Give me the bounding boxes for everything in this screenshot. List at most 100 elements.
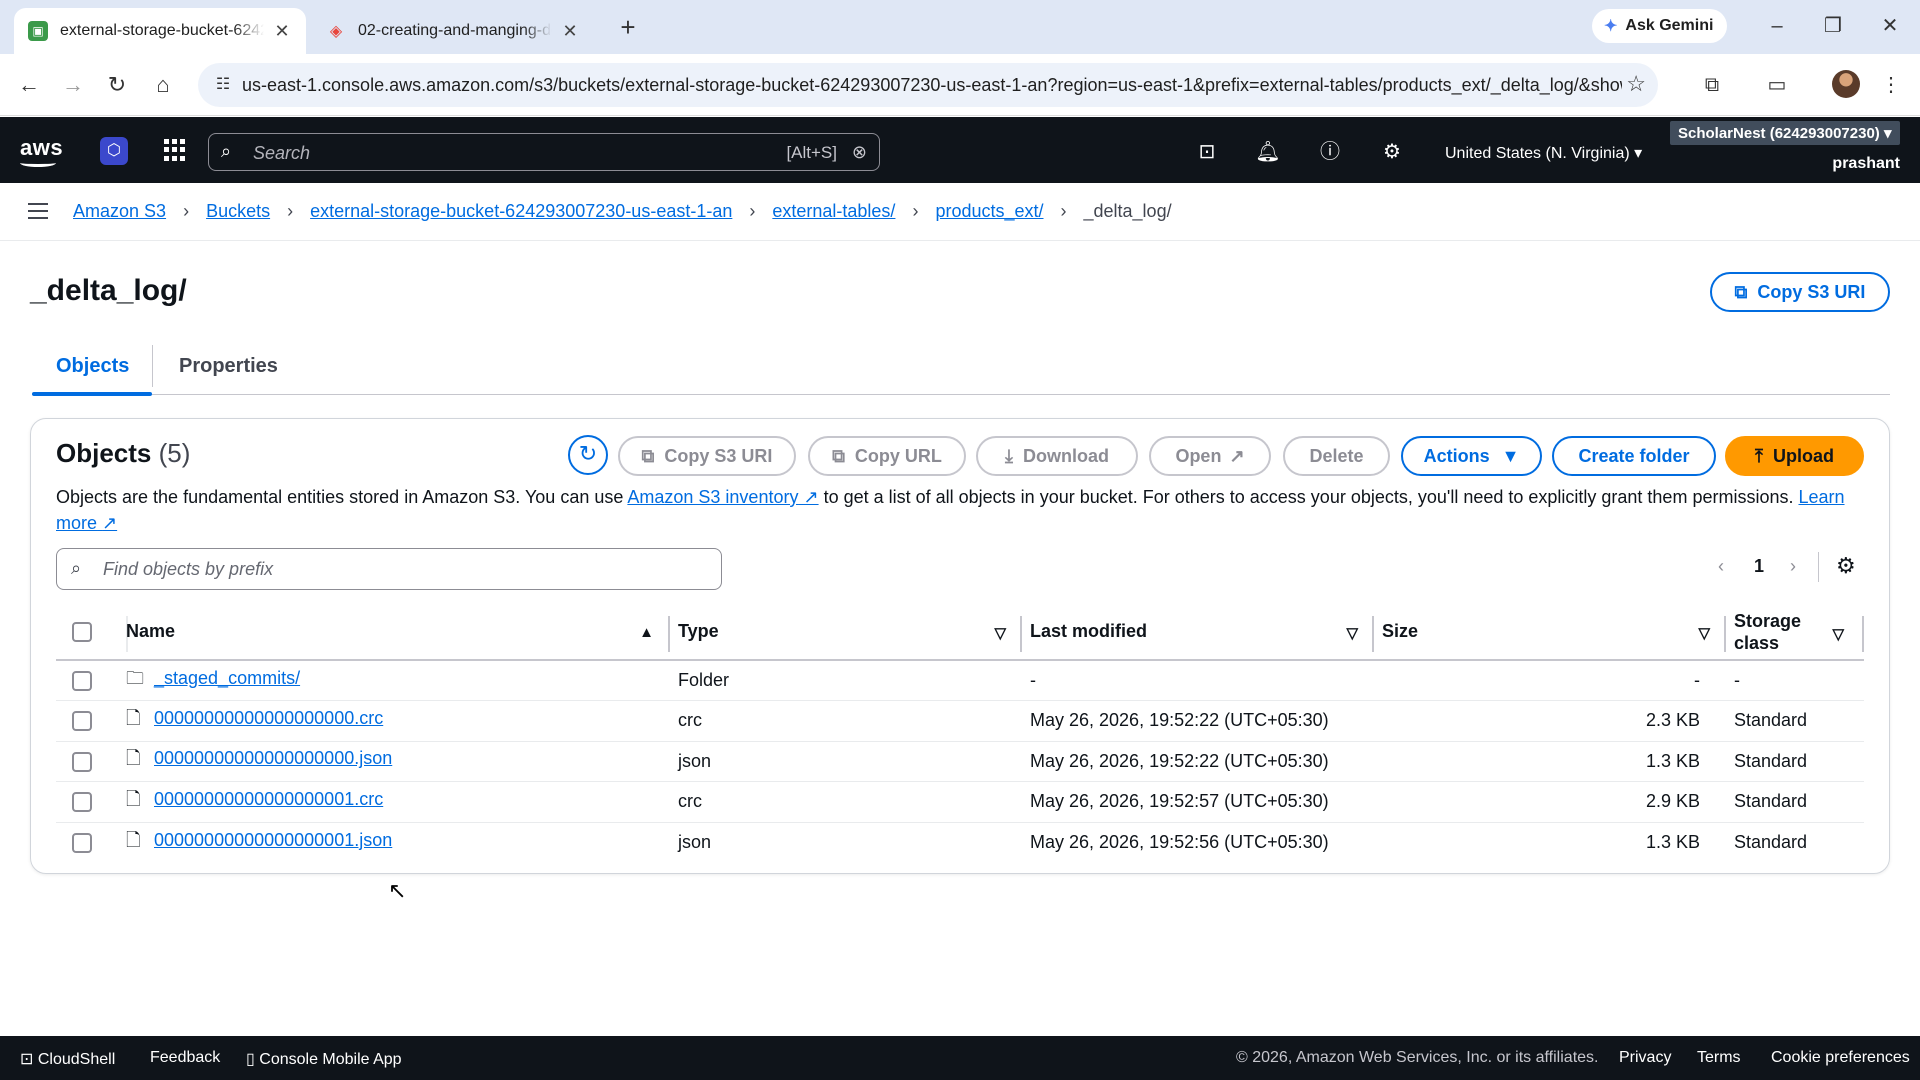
close-tab-icon[interactable]: ✕ [560, 21, 580, 42]
column-label: Size [1382, 621, 1419, 641]
delete-button[interactable]: Delete [1283, 436, 1390, 476]
copy-url-button[interactable]: ⧉ Copy URL [808, 436, 966, 476]
column-divider[interactable] [1020, 616, 1022, 652]
page-number[interactable]: 1 [1754, 556, 1764, 577]
ask-gemini-button[interactable]: ✦ Ask Gemini [1592, 9, 1728, 43]
hamburger-menu-icon[interactable] [28, 203, 48, 219]
privacy-link[interactable]: Privacy [1619, 1049, 1671, 1067]
object-name-link[interactable]: 00000000000000000001.crc [154, 789, 383, 809]
column-header-type[interactable]: Type ▽ [678, 604, 1030, 661]
new-tab-icon[interactable]: + [612, 12, 644, 44]
table-row[interactable]: 🗋︎ 00000000000000000001.json json May 26,… [56, 822, 1864, 863]
breadcrumb-amazon-s3[interactable]: Amazon S3 [73, 201, 166, 222]
copy-s3-uri-button[interactable]: ⧉ Copy S3 URI [618, 436, 796, 476]
table-row[interactable]: 🗋︎ 00000000000000000001.crc crc May 26, 2… [56, 781, 1864, 823]
object-name-link[interactable]: 00000000000000000000.json [154, 748, 392, 768]
open-button[interactable]: Open ↗ [1149, 436, 1271, 476]
object-size: 1.3 KB [1382, 741, 1734, 782]
aws-search-input[interactable]: ⌕ Search [Alt+S] ⊗ [208, 133, 880, 171]
create-folder-button[interactable]: Create folder [1552, 436, 1716, 476]
row-checkbox[interactable] [72, 751, 92, 772]
next-page-icon[interactable]: › [1790, 556, 1796, 577]
url-bar[interactable]: ☷ us-east-1.console.aws.amazon.com/s3/bu… [198, 63, 1658, 107]
forward-icon[interactable]: → [56, 68, 90, 102]
close-tab-icon[interactable]: ✕ [272, 21, 292, 42]
breadcrumb-current: _delta_log/ [1083, 201, 1172, 221]
gemini-star-icon: ✦ [1604, 18, 1618, 35]
back-icon[interactable]: ← [12, 68, 46, 102]
profile-avatar[interactable] [1832, 70, 1860, 98]
browser-tab-s3[interactable]: ▣ external-storage-bucket-624293007230-u… [14, 8, 306, 54]
select-all-checkbox[interactable] [72, 622, 92, 643]
column-header-last-modified[interactable]: Last modified ▽ [1030, 604, 1382, 661]
column-header-size[interactable]: Size ▽ [1382, 604, 1734, 661]
external-link-icon: ↗ [102, 513, 118, 533]
object-name-link[interactable]: 00000000000000000000.crc [154, 708, 383, 728]
minimize-icon[interactable]: – [1757, 10, 1797, 42]
services-grid-icon[interactable] [164, 139, 186, 161]
media-icon[interactable]: ▭ [1762, 70, 1792, 100]
column-divider[interactable] [1862, 616, 1864, 652]
restore-icon[interactable]: ❐ [1813, 10, 1853, 42]
help-icon[interactable]: ⓘ [1317, 139, 1343, 165]
table-row[interactable]: 🗀︎ _staged_commits/ Folder - - - [56, 660, 1864, 701]
find-objects-input[interactable]: ⌕ Find objects by prefix [56, 548, 722, 590]
copy-icon: ⧉ [832, 445, 845, 466]
bookmark-star-icon[interactable]: ☆ [1626, 71, 1646, 97]
account-menu[interactable]: ScholarNest (624293007230) ▾ [1670, 121, 1900, 145]
column-divider[interactable] [668, 616, 670, 652]
user-name[interactable]: prashant [1832, 155, 1900, 173]
column-header-name[interactable]: Name ▲ [126, 604, 678, 661]
object-name-link[interactable]: 00000000000000000001.json [154, 830, 392, 850]
cloudshell-link[interactable]: ⊡ CloudShell [20, 1049, 115, 1069]
site-info-icon[interactable]: ☷ [212, 74, 234, 96]
reload-icon[interactable]: ↻ [100, 68, 134, 102]
table-row[interactable]: 🗋︎ 00000000000000000000.crc crc May 26, 2… [56, 700, 1864, 742]
feedback-link[interactable]: Feedback [150, 1049, 220, 1067]
file-icon: 🗋︎ [126, 748, 141, 769]
upload-button[interactable]: ⤒ Upload [1725, 436, 1864, 476]
table-preferences-gear-icon[interactable]: ⚙ [1836, 553, 1856, 579]
notifications-bell-icon[interactable]: 🔔︎ [1255, 139, 1281, 165]
folder-icon: 🗀︎ [126, 667, 144, 688]
row-checkbox[interactable] [72, 711, 92, 732]
extensions-icon[interactable]: ⧉ [1697, 70, 1727, 100]
aws-logo[interactable]: aws [20, 135, 63, 167]
copy-url-label: Copy URL [854, 445, 942, 466]
breadcrumb-products-ext[interactable]: products_ext/ [935, 201, 1043, 222]
settings-gear-icon[interactable]: ⚙ [1379, 139, 1405, 165]
object-type: crc [678, 700, 1030, 742]
breadcrumb-external-tables[interactable]: external-tables/ [772, 201, 895, 222]
mobile-app-link[interactable]: ▯ Console Mobile App [246, 1049, 402, 1069]
column-divider[interactable] [1372, 616, 1374, 652]
actions-dropdown[interactable]: Actions ▼ [1401, 436, 1542, 476]
breadcrumb-buckets[interactable]: Buckets [206, 201, 270, 222]
object-name-link[interactable]: _staged_commits/ [154, 668, 300, 688]
column-divider[interactable] [1724, 616, 1726, 652]
terms-link[interactable]: Terms [1697, 1049, 1741, 1067]
tab-properties[interactable]: Properties [179, 355, 278, 378]
column-header-storage-class[interactable]: Storage class ▽ [1734, 604, 1864, 661]
region-selector[interactable]: United States (N. Virginia) ▾ [1445, 143, 1642, 163]
row-checkbox[interactable] [72, 671, 92, 692]
table-row[interactable]: 🗋︎ 00000000000000000000.json json May 26,… [56, 741, 1864, 782]
q-developer-icon[interactable]: ⬡ [100, 137, 128, 165]
cloudshell-icon[interactable]: ⊡ [1194, 139, 1220, 165]
tab-objects[interactable]: Objects [56, 355, 129, 378]
cookie-preferences-link[interactable]: Cookie preferences [1771, 1049, 1910, 1067]
menu-kebab-icon[interactable]: ⋮ [1876, 70, 1906, 100]
header-copy-s3-uri-button[interactable]: ⧉ Copy S3 URI [1710, 272, 1890, 312]
download-button[interactable]: ⤓ Download [976, 436, 1138, 476]
row-checkbox[interactable] [72, 833, 92, 854]
upload-label: Upload [1772, 445, 1834, 466]
home-icon[interactable]: ⌂ [146, 68, 180, 102]
close-window-icon[interactable]: ✕ [1870, 10, 1910, 42]
s3-inventory-link[interactable]: Amazon S3 inventory ↗ [627, 487, 818, 507]
browser-tab-databricks[interactable]: ◈ 02-creating-and-manging-delta-tables ✕ [312, 8, 594, 54]
refresh-button[interactable]: ↻ [568, 435, 608, 475]
row-checkbox[interactable] [72, 792, 92, 813]
search-shortcut: [Alt+S] [786, 143, 837, 162]
databricks-favicon-icon: ◈ [329, 23, 343, 40]
prev-page-icon[interactable]: ‹ [1718, 556, 1724, 577]
breadcrumb-bucket[interactable]: external-storage-bucket-624293007230-us-… [310, 201, 732, 222]
